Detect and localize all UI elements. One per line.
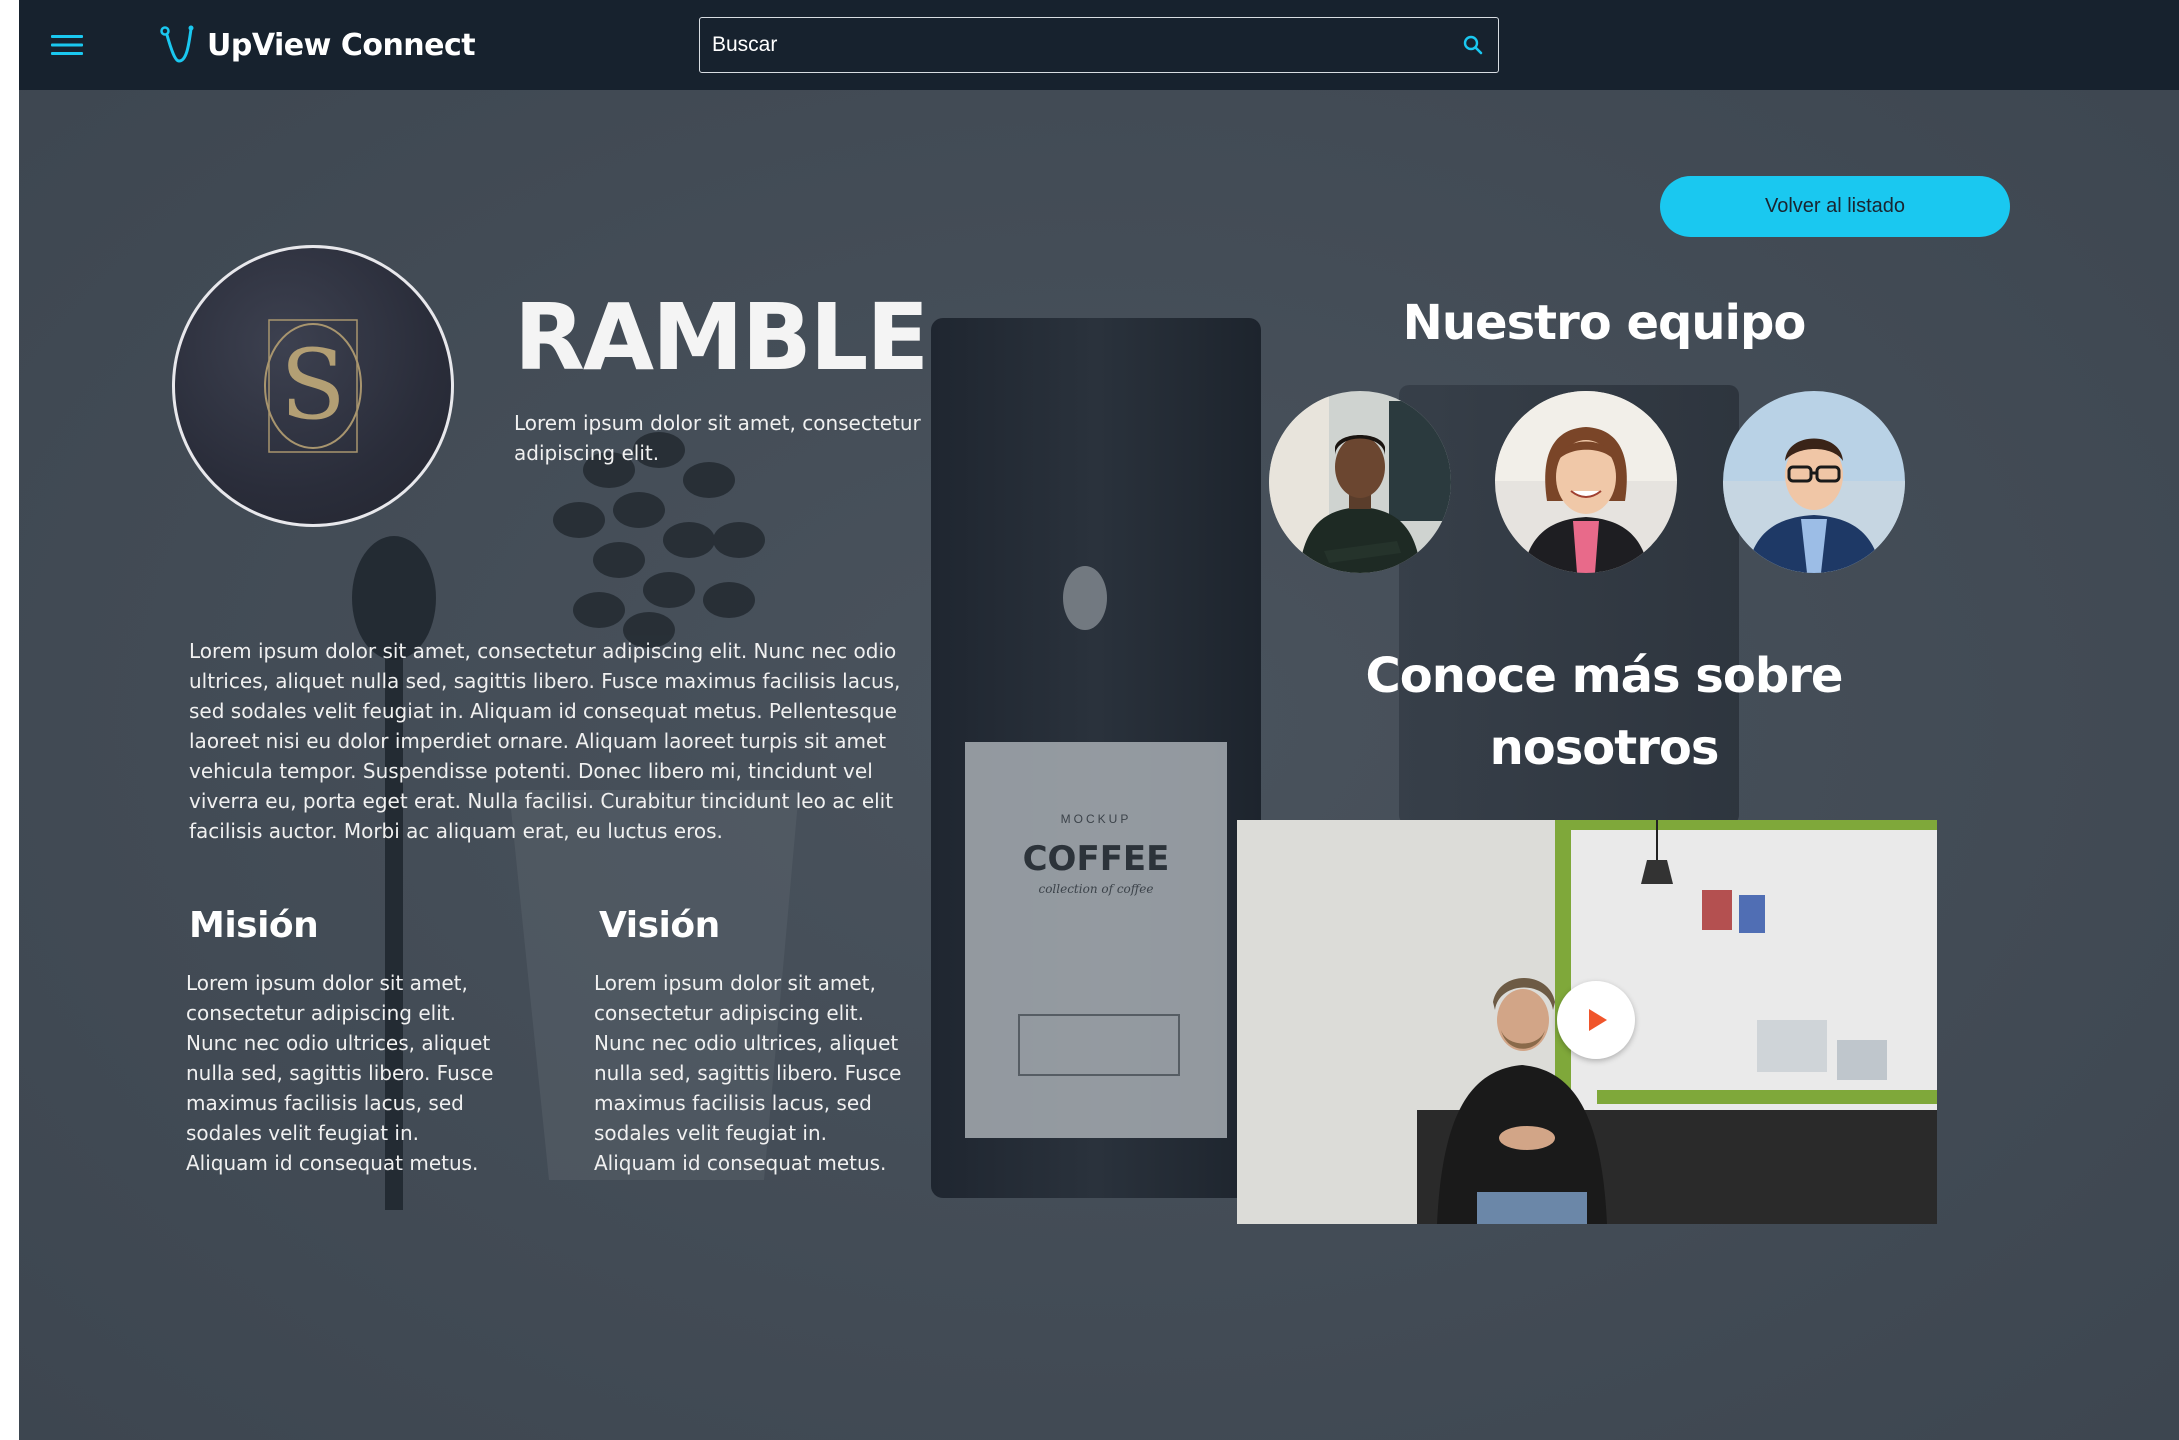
company-tagline: Lorem ipsum dolor sit amet, consectetur … <box>514 411 921 465</box>
app-window: MOCKUP COFFEE collection of coffee UpVie… <box>19 0 2179 1440</box>
about-video[interactable] <box>1237 820 1937 1224</box>
top-navigation-bar: UpView Connect <box>19 0 2179 90</box>
mission-text: Lorem ipsum dolor sit amet, consectetur … <box>186 971 494 1175</box>
brand[interactable]: UpView Connect <box>157 22 476 68</box>
vision-heading: Visión <box>599 905 720 946</box>
stethoscope-logo-icon <box>160 25 194 63</box>
play-icon[interactable] <box>1557 981 1635 1059</box>
company-profile: Volver al listado S RAMBLE Lorem ipsum d… <box>19 0 2179 1440</box>
svg-text:S: S <box>280 329 346 441</box>
company-description: Lorem ipsum dolor sit amet, consectetur … <box>189 639 901 843</box>
search-bar <box>699 17 1499 73</box>
back-to-list-button[interactable]: Volver al listado <box>1660 176 2010 237</box>
team-member-avatar[interactable] <box>1495 391 1677 573</box>
search-icon[interactable] <box>1448 18 1498 72</box>
search-input[interactable] <box>700 18 1448 72</box>
company-logo: S <box>172 245 454 527</box>
brand-name: UpView Connect <box>207 27 476 63</box>
team-member-avatar[interactable] <box>1723 391 1905 573</box>
mission-heading: Misión <box>189 905 319 946</box>
team-heading: Nuestro equipo <box>1402 295 1807 351</box>
hamburger-menu-icon[interactable] <box>49 27 85 63</box>
about-heading: Conoce más sobre nosotros <box>1365 648 1844 776</box>
team-member-avatar[interactable] <box>1269 391 1451 573</box>
vision-text: Lorem ipsum dolor sit amet, consectetur … <box>594 971 902 1175</box>
company-name: RAMBLE <box>514 284 929 391</box>
